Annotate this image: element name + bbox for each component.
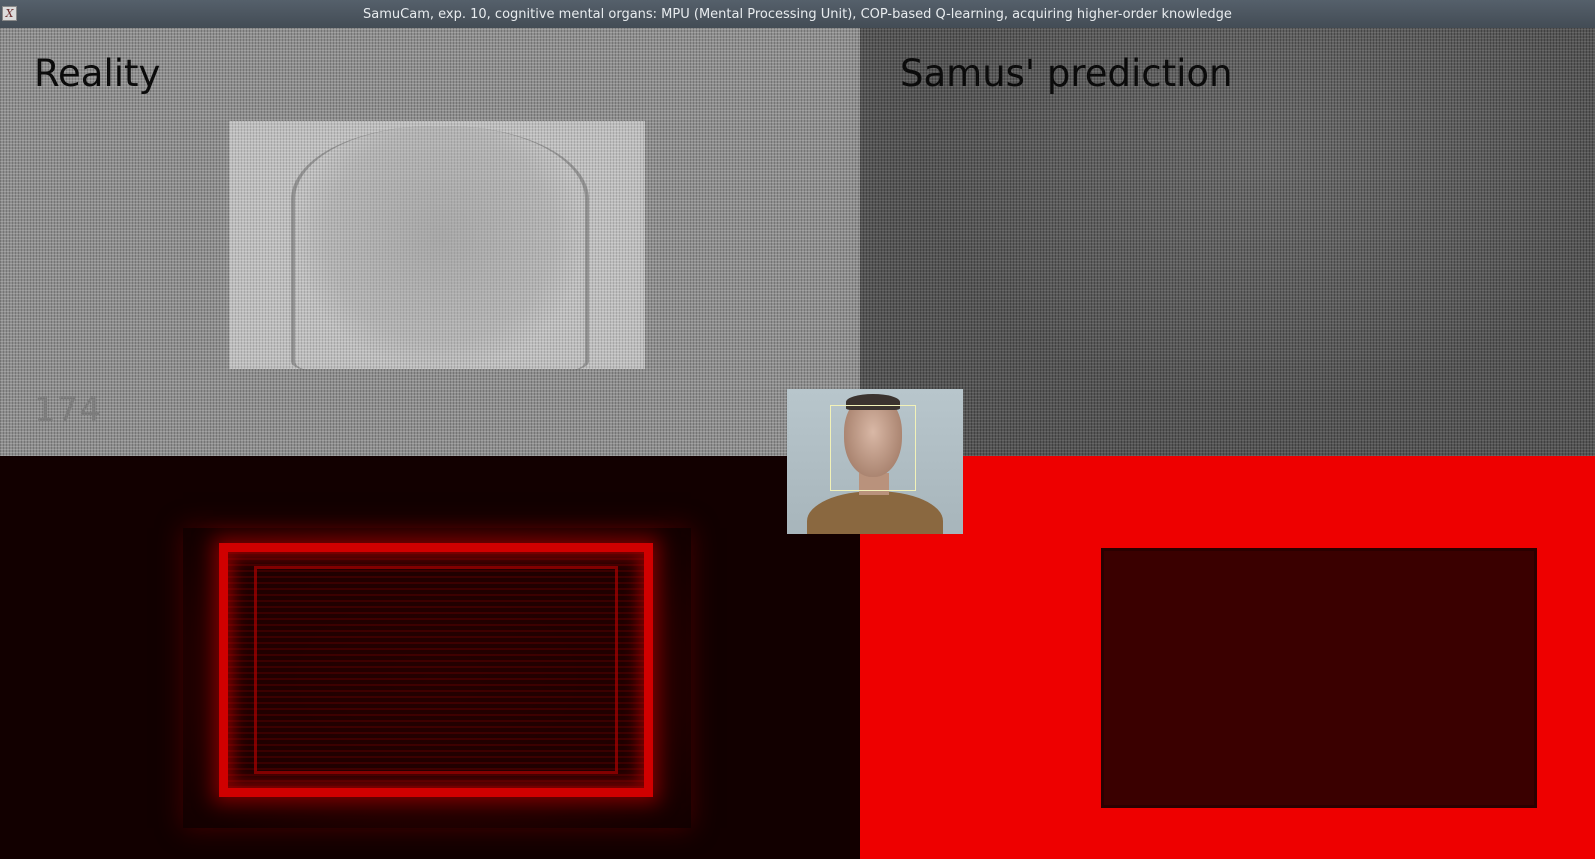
- prediction-difference-heatmap: [873, 456, 1595, 859]
- window-titlebar: X SamuCam, exp. 10, cognitive mental org…: [0, 0, 1595, 28]
- prediction-panel: Samus' prediction: [860, 28, 1595, 456]
- face-silhouette: [291, 126, 589, 371]
- reality-difference-heatmap: [0, 456, 860, 859]
- face-detection-box: [830, 405, 916, 491]
- webcam-preview: [787, 389, 963, 534]
- reality-face-image: [229, 121, 645, 371]
- prediction-label: Samus' prediction: [900, 52, 1233, 95]
- reality-label: Reality: [34, 52, 161, 95]
- frame-counter: 174: [34, 390, 102, 430]
- heatmap-inner-border: [254, 566, 618, 774]
- webcam-person-body: [807, 491, 943, 534]
- x-app-icon[interactable]: X: [2, 6, 17, 21]
- window-title: SamuCam, exp. 10, cognitive mental organ…: [363, 6, 1232, 22]
- reality-panel: Reality 174: [0, 28, 860, 456]
- heatmap-frame: [219, 543, 653, 797]
- prediction-heatmap-region: [1101, 548, 1537, 808]
